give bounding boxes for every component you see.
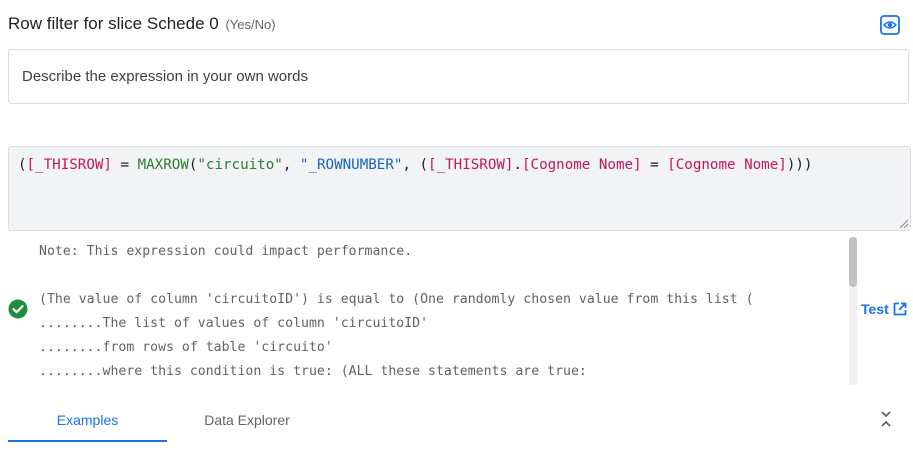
expression-code[interactable]: ([_THISROW] = MAXROW("circuito", "_ROWNU… [18, 157, 812, 173]
tab-data-explorer[interactable]: Data Explorer [167, 400, 327, 440]
expression-editor[interactable]: ([_THISROW] = MAXROW("circuito", "_ROWNU… [8, 146, 911, 231]
resize-handle-icon[interactable] [900, 220, 908, 228]
expression-token-op: = [111, 157, 138, 173]
expression-token-fn: "circuito" [197, 157, 283, 173]
title-text: Row filter for slice Schede 0 [8, 14, 219, 33]
expression-token-op: . [513, 157, 522, 173]
expression-token-col: [Cognome Nome] [667, 157, 787, 173]
expression-token-op: ( [18, 157, 27, 173]
expression-token-op: ))) [786, 157, 813, 173]
tab-label: Data Explorer [204, 412, 290, 428]
result-line: (The value of column 'circuitoID') is eq… [39, 292, 754, 307]
tab-label: Examples [56, 412, 119, 428]
check-circle-icon [8, 299, 28, 319]
test-link[interactable]: Test [861, 301, 907, 317]
result-line: ........from rows of table 'circuito' [39, 340, 333, 355]
test-label: Test [861, 301, 889, 317]
description-input[interactable] [22, 50, 892, 103]
expression-token-col: [_THISROW] [428, 157, 514, 173]
expression-token-op: = [641, 157, 668, 173]
scrollbar-thumb[interactable] [849, 237, 857, 287]
description-field[interactable] [8, 49, 909, 104]
expression-token-col: [_THISROW] [26, 157, 112, 173]
result-line: ........The list of values of column 'ci… [39, 316, 429, 331]
dialog-title: Row filter for slice Schede 0 (Yes/No) [8, 14, 276, 34]
tab-examples[interactable]: Examples [8, 400, 167, 440]
expression-token-op: , ( [402, 157, 429, 173]
collapse-chevrons-icon[interactable] [878, 409, 894, 429]
title-type-suffix: (Yes/No) [225, 17, 276, 32]
open-external-icon [893, 302, 907, 316]
performance-note: Note: This expression could impact perfo… [39, 244, 413, 259]
expression-token-op: , [282, 157, 300, 173]
result-line: ........where this condition is true: (A… [39, 364, 587, 379]
result-scrollbar[interactable] [849, 237, 857, 385]
expression-token-fn: MAXROW [137, 157, 189, 173]
expression-token-str: "_ROWNUMBER" [299, 157, 403, 173]
eye-icon[interactable] [880, 15, 900, 35]
active-tab-indicator [8, 440, 167, 442]
expression-token-col: [Cognome Nome] [522, 157, 642, 173]
